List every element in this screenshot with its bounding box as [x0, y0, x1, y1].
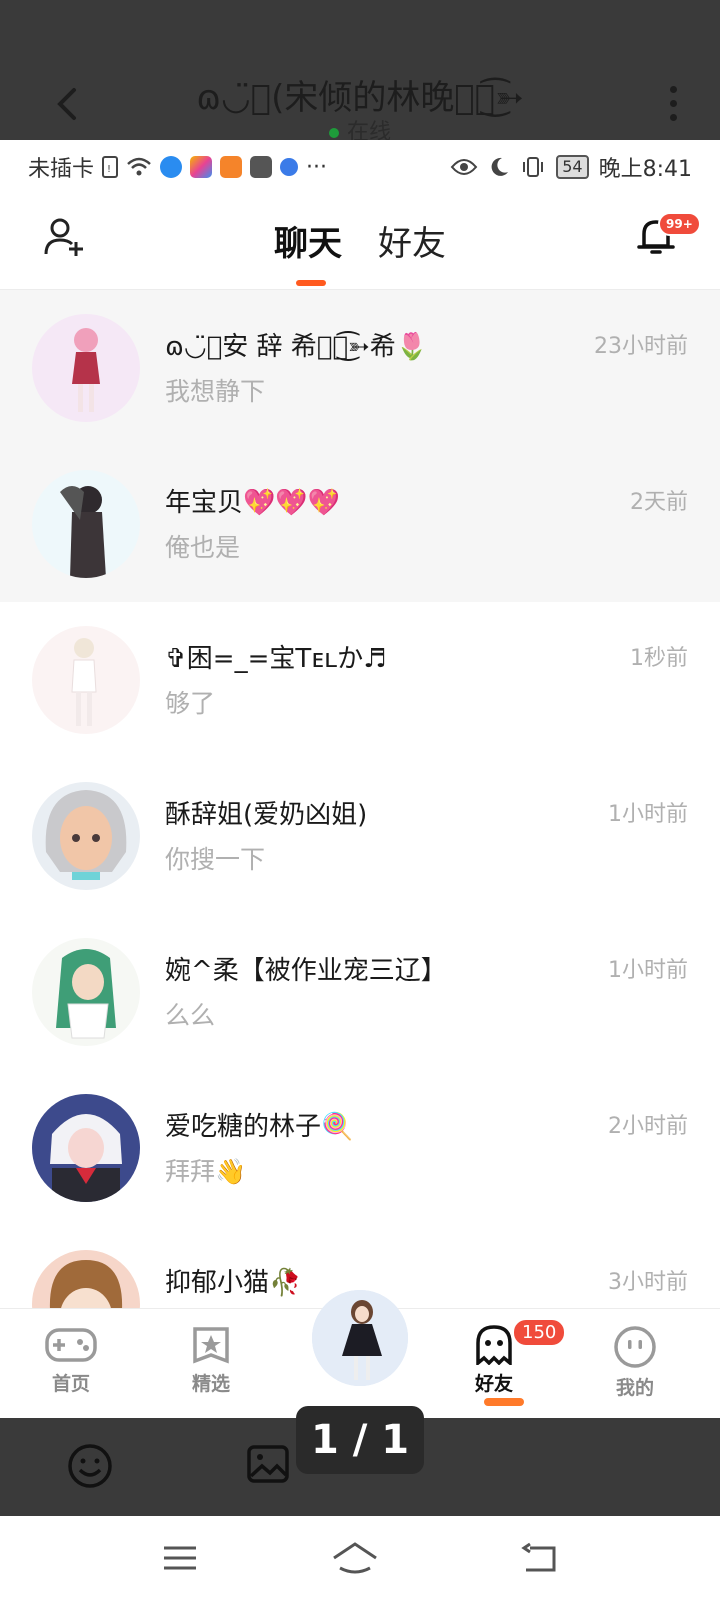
nav-me[interactable]: 我的 [590, 1325, 680, 1400]
avatar[interactable] [32, 1250, 140, 1308]
page-indicator: 1 / 1 [296, 1406, 424, 1474]
chat-row[interactable]: ✞困=_=宝Tᴇʟか♬ 1秒前 够了 [0, 602, 720, 758]
app-icon-globe [280, 158, 299, 176]
nav-featured[interactable]: 精选 [166, 1325, 256, 1396]
chat-name: 婉^柔【被作业宠三辽】 [165, 956, 447, 986]
center-avatar[interactable] [312, 1290, 408, 1386]
chat-name: ɷ◡̈⃝安 辞 希ঔৣ͜͡➳希🌷 [165, 332, 429, 362]
clock: 晚上8:41 [598, 157, 692, 182]
avatar[interactable] [32, 314, 140, 422]
chat-row[interactable]: 婉^柔【被作业宠三辽】 1小时前 么么 [0, 914, 720, 1070]
chat-row[interactable]: 酥辞姐(爱奶凶姐) 1小时前 你搜一下 [0, 758, 720, 914]
avatar[interactable] [32, 1094, 140, 1202]
chat-name: 抑郁小猫🥀 [165, 1268, 302, 1298]
chat-last-message: 俺也是 [165, 533, 241, 562]
chat-name: 爱吃糖的林子🍭 [165, 1112, 354, 1142]
avatar[interactable] [32, 626, 140, 734]
emoji-icon[interactable] [66, 1442, 114, 1490]
friends-badge: 150 [512, 1318, 567, 1347]
online-dot-icon [328, 128, 339, 138]
chat-list[interactable]: ɷ◡̈⃝安 辞 希ঔৣ͜͡➳希🌷 23小时前 我想静下 年宝贝💖💖💖 2天前 俺… [0, 290, 720, 1308]
chat-name: 年宝贝💖💖💖 [165, 488, 341, 518]
chat-last-message: 你搜一下 [165, 845, 266, 874]
tab-friends[interactable]: 好友 [378, 216, 446, 265]
active-tab-indicator [296, 280, 326, 286]
calendar-icon [250, 156, 273, 178]
chat-row[interactable]: 年宝贝💖💖💖 2天前 俺也是 [0, 446, 720, 602]
battery-indicator: 54 [556, 155, 589, 179]
tab-chat[interactable]: 聊天 [274, 216, 342, 265]
outer-chat-title: ɷ◡̈⃝(宋倾的林晚ঔৣ͜͡➳ [196, 78, 524, 118]
nav-friends-label: 好友 [474, 1373, 513, 1395]
chat-last-message: 够了 [165, 689, 216, 718]
chat-name: ✞困=_=宝Tᴇʟか♬ [165, 644, 387, 674]
outer-chat-header: ɷ◡̈⃝(宋倾的林晚ঔৣ͜͡➳ 在线 [0, 0, 720, 145]
chat-row[interactable]: 爱吃糖的林子🍭 2小时前 拜拜👋 [0, 1070, 720, 1226]
chat-time: 2天前 [630, 490, 688, 515]
nav-me-label: 我的 [615, 1377, 654, 1399]
smiley-icon [614, 1326, 656, 1368]
avatar[interactable] [32, 938, 140, 1046]
star-bookmark-icon [193, 1327, 229, 1364]
moon-icon [491, 157, 509, 176]
eye-icon [450, 159, 478, 175]
app-icon-multicolor [190, 156, 213, 178]
active-nav-indicator [484, 1398, 524, 1406]
svg-text:!: ! [107, 164, 111, 175]
avatar[interactable] [32, 470, 140, 578]
chat-time: 1小时前 [608, 802, 688, 827]
chat-time: 1秒前 [630, 646, 688, 671]
chat-last-message: 么么 [165, 1001, 216, 1030]
back-icon[interactable] [520, 1540, 560, 1576]
app-header: 聊天 好友 99+ [0, 192, 720, 290]
nav-home-label: 首页 [51, 1373, 90, 1395]
menu-icon[interactable] [160, 1540, 200, 1576]
avatar[interactable] [32, 782, 140, 890]
vibrate-icon [523, 157, 544, 177]
chat-last-message: 我想静下 [165, 377, 266, 406]
nav-featured-label: 精选 [191, 1373, 230, 1395]
status-bar: 未插卡 ! ··· 54 晚上8:41 [0, 140, 720, 192]
wifi-icon [127, 157, 151, 176]
nav-home[interactable]: 首页 [26, 1325, 116, 1396]
chat-last-message: 拜拜👋 [165, 1157, 247, 1186]
home-icon[interactable] [330, 1540, 380, 1576]
sim-icon: ! [102, 156, 119, 178]
app-icon-blue [160, 156, 183, 178]
app-icon-orange-play [220, 156, 243, 178]
more-options-icon[interactable] [666, 86, 680, 126]
notification-badge: 99+ [658, 212, 701, 236]
add-friend-icon[interactable] [42, 214, 86, 258]
system-nav-bar [0, 1516, 720, 1600]
chat-time: 1小时前 [608, 958, 688, 983]
chat-time: 23小时前 [594, 334, 688, 359]
chat-name: 酥辞姐(爱奶凶姐) [165, 800, 368, 830]
chat-row[interactable]: ɷ◡̈⃝安 辞 希ঔৣ͜͡➳希🌷 23小时前 我想静下 [0, 290, 720, 446]
image-icon[interactable] [246, 1442, 290, 1486]
carrier-label: 未插卡 [28, 157, 95, 182]
ghost-icon [476, 1325, 512, 1365]
chat-time: 2小时前 [608, 1114, 688, 1139]
chat-time: 3小时前 [608, 1270, 688, 1295]
more-notifications: ··· [306, 154, 327, 180]
gamepad-icon [45, 1328, 97, 1362]
